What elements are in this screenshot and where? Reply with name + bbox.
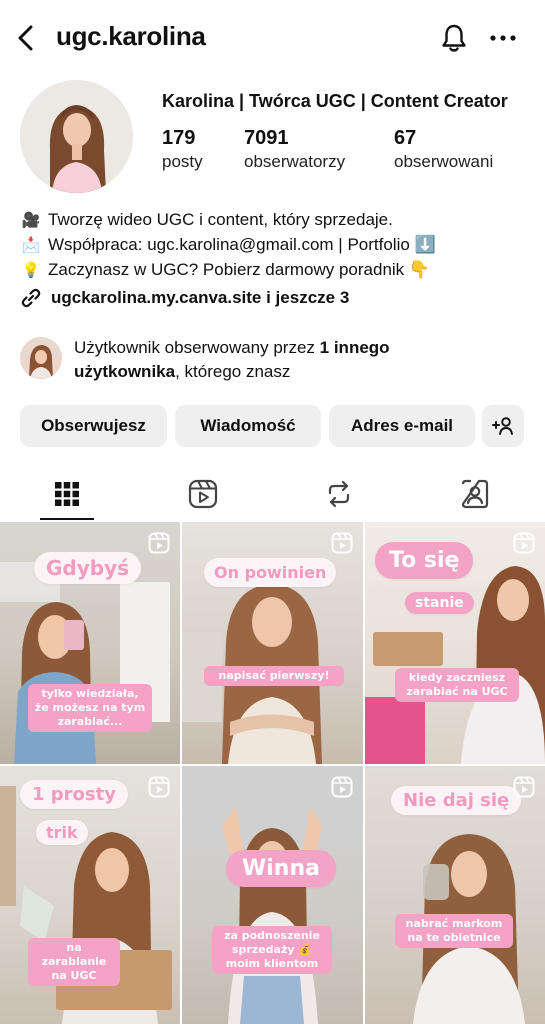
bio-line: 💡 Zaczynasz w UGC? Pobierz darmowy poradn… (20, 258, 530, 283)
link-text: ugckarolina.my.canva.site i jeszcze 3 (51, 288, 350, 307)
tab-reels[interactable] (176, 470, 230, 518)
following-count[interactable]: 67 obserwowani (394, 127, 493, 172)
stat-label: obserwatorzy (244, 152, 346, 171)
followed-by-prefix: Użytkownik obserwowany przez (74, 338, 320, 357)
followed-by-suffix: , którego znasz (175, 362, 291, 381)
bio-text: Zaczynasz w UGC? Pobierz darmowy poradni… (48, 260, 431, 279)
reel-icon (148, 776, 170, 798)
suggest-people-button[interactable] (482, 405, 524, 447)
following-button[interactable]: Obserwujesz (20, 405, 167, 447)
post-headline: Winna (226, 850, 336, 887)
grid-icon (55, 482, 79, 506)
post-tile[interactable]: Gdybyś tylko wiedziała, że możesz na tym… (0, 522, 180, 764)
post-tile[interactable]: Nie daj się nabrać markom na te obietnic… (365, 766, 545, 1024)
mutual-follower-avatar[interactable] (20, 337, 62, 379)
mutual-avatar-photo (20, 337, 62, 379)
posts-grid: Gdybyś tylko wiedziała, że możesz na tym… (0, 522, 545, 1024)
stat-value: 179 (162, 127, 196, 149)
movie-camera-icon: 🎥 (21, 212, 41, 229)
posts-count[interactable]: 179 posty (162, 127, 203, 172)
reel-icon (331, 532, 353, 554)
post-caption: nabrać markom na te obietnice (395, 914, 513, 948)
reel-icon (513, 532, 535, 554)
back-arrow-icon[interactable] (14, 22, 40, 54)
stat-value: 67 (394, 127, 417, 149)
post-tile[interactable]: Winna za podnoszenie sprzedaży 💰 moim kl… (182, 766, 363, 1024)
followers-count[interactable]: 7091 obserwatorzy (244, 127, 345, 172)
profile-tabs (0, 470, 545, 522)
active-tab-indicator (40, 518, 94, 520)
post-headline-line2: stanie (405, 592, 474, 614)
post-headline: Gdybyś (34, 552, 142, 584)
tab-posts-grid[interactable] (40, 470, 94, 518)
envelope-icon: 📩 (21, 237, 41, 254)
tagged-icon (461, 479, 489, 509)
tab-reposts[interactable] (312, 470, 366, 518)
message-button[interactable]: Wiadomość (175, 405, 321, 447)
link-icon (21, 288, 41, 308)
profile-full-name: Karolina | Twórca UGC | Content Creator (162, 91, 508, 111)
tab-tagged[interactable] (448, 470, 502, 518)
post-caption: za podnoszenie sprzedaży 💰 moim klientom (212, 926, 332, 974)
post-caption: kiedy zaczniesz zarabiać na UGC (395, 668, 519, 702)
stat-value: 7091 (244, 127, 289, 149)
post-tile[interactable]: To się stanie kiedy zaczniesz zarabiać n… (365, 522, 545, 764)
reel-icon (331, 776, 353, 798)
post-headline: Nie daj się (391, 786, 522, 815)
post-caption: napisać pierwszy! (204, 666, 344, 686)
bio-text: Tworzę wideo UGC i content, który sprzed… (48, 210, 393, 229)
profile-username: ugc.karolina (56, 21, 206, 51)
post-headline: 1 prosty (20, 780, 128, 809)
bio-line: 📩 Współpraca: ugc.karolina@gmail.com | Po… (20, 233, 530, 258)
stat-label: obserwowani (394, 152, 494, 171)
add-person-icon (492, 417, 513, 435)
email-button[interactable]: Adres e-mail (329, 405, 475, 447)
avatar-photo (20, 80, 133, 193)
profile-avatar[interactable] (20, 80, 133, 193)
bio-text: Współpraca: ugc.karolina@gmail.com | Por… (48, 235, 436, 254)
reel-icon (148, 532, 170, 554)
post-caption: tylko wiedziała, że możesz na tym zarabi… (28, 684, 152, 732)
reels-icon (188, 479, 218, 509)
profile-link[interactable]: ugckarolina.my.canva.site i jeszcze 3 (20, 287, 349, 309)
post-headline: On powinien (204, 558, 337, 587)
lightbulb-icon: 💡 (21, 262, 41, 279)
stat-label: posty (162, 152, 203, 171)
post-tile[interactable]: On powinien napisać pierwszy! (182, 522, 363, 764)
bio-line: 🎥 Tworzę wideo UGC i content, który sprze… (20, 208, 530, 233)
top-bar: ugc.karolina (0, 0, 545, 76)
post-tile[interactable]: 1 prosty trik na zarabianie na UGC (0, 766, 180, 1024)
reel-icon (513, 776, 535, 798)
post-caption: na zarabianie na UGC (28, 938, 120, 986)
followed-by-text[interactable]: Użytkownik obserwowany przez 1 innego uży… (74, 336, 514, 384)
more-options-icon[interactable] (489, 26, 517, 50)
notification-bell-icon[interactable] (439, 22, 469, 54)
profile-bio: 🎥 Tworzę wideo UGC i content, który sprze… (20, 208, 530, 283)
post-headline-line2: trik (36, 820, 88, 845)
followed-by-count: 1 innego (319, 338, 390, 357)
followed-by-user: użytkownika (74, 362, 176, 381)
post-photo (182, 766, 363, 1024)
reposts-icon (328, 480, 350, 508)
post-headline: To się (375, 542, 474, 579)
